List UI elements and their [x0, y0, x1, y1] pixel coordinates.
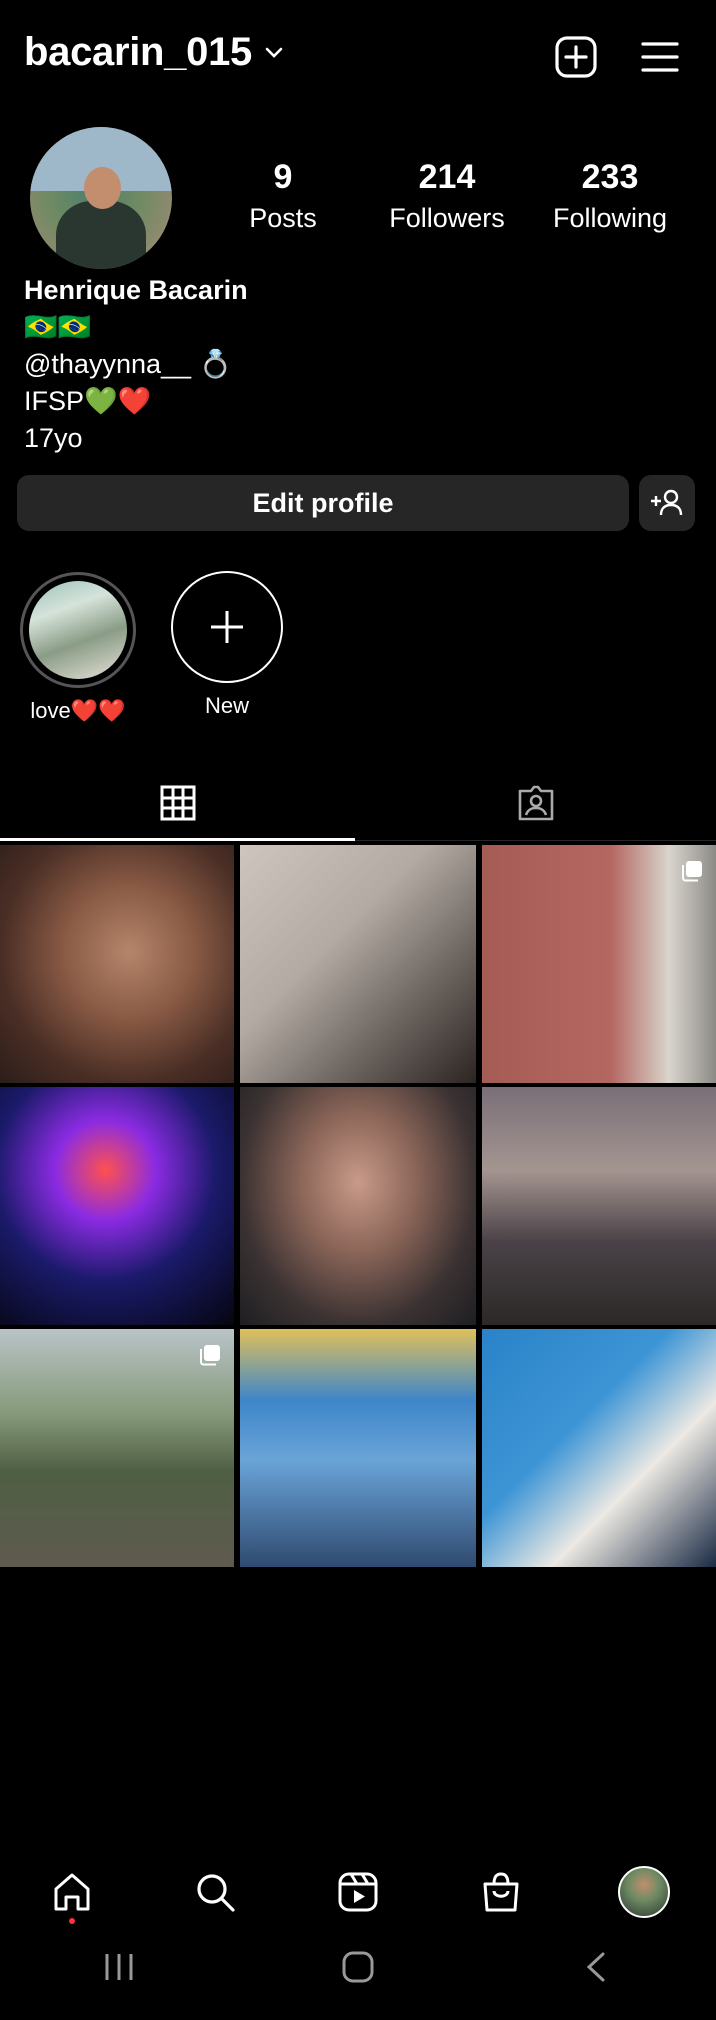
home-button-icon[interactable]	[338, 1950, 378, 1984]
notification-dot	[68, 1918, 75, 1924]
multiple-photos-icon	[682, 861, 702, 882]
profile-avatar-small	[618, 1866, 671, 1918]
bio: Henrique Bacarin 🇧🇷🇧🇷 @thayynna__ 💍 IFSP…	[24, 272, 248, 457]
edit-profile-button[interactable]: Edit profile	[17, 475, 629, 531]
grid-icon	[160, 785, 195, 821]
bio-line[interactable]: @thayynna__ 💍	[24, 346, 248, 383]
tab-active-indicator	[0, 838, 355, 841]
recent-apps-icon[interactable]	[99, 1950, 139, 1984]
post-thumbnail[interactable]	[0, 1329, 234, 1567]
post-thumbnail[interactable]	[482, 1329, 716, 1567]
post-thumbnail[interactable]	[240, 1329, 476, 1567]
bio-line: 🇧🇷🇧🇷	[24, 312, 92, 342]
highlight-new[interactable]: New	[171, 571, 283, 719]
multiple-photos-icon	[200, 1345, 220, 1366]
display-name: Henrique Bacarin	[24, 275, 248, 305]
chevron-down-icon	[265, 47, 283, 58]
search-icon	[197, 1874, 235, 1912]
post-thumbnail[interactable]	[482, 845, 716, 1083]
post-thumbnail[interactable]	[240, 1087, 476, 1325]
menu-icon[interactable]	[636, 33, 684, 81]
profile-avatar[interactable]	[30, 127, 172, 269]
nav-reels[interactable]	[328, 1862, 388, 1922]
post-thumbnail[interactable]	[240, 845, 476, 1083]
nav-search[interactable]	[185, 1862, 245, 1922]
highlight-cover	[20, 572, 136, 688]
bottom-nav	[0, 1862, 716, 1924]
stat-posts[interactable]: 9 Posts	[233, 158, 333, 234]
reels-icon	[338, 1872, 378, 1912]
nav-shop[interactable]	[471, 1862, 531, 1922]
post-thumbnail[interactable]	[0, 845, 234, 1083]
bio-line: 17yo	[24, 423, 83, 453]
post-thumbnail[interactable]	[482, 1087, 716, 1325]
bio-line: IFSP💚❤️	[24, 386, 152, 416]
post-thumbnail[interactable]	[0, 1087, 234, 1325]
back-icon[interactable]	[577, 1950, 617, 1984]
username: bacarin_015	[24, 30, 252, 74]
discover-people-button[interactable]	[639, 475, 695, 531]
stat-followers[interactable]: 214 Followers	[382, 158, 512, 234]
highlight-love[interactable]: love❤️❤️	[17, 572, 139, 724]
username-switcher[interactable]: bacarin_015	[24, 30, 284, 75]
shopping-bag-icon	[483, 1872, 519, 1912]
tab-tagged[interactable]	[355, 773, 716, 833]
nav-home[interactable]	[42, 1862, 102, 1924]
nav-profile[interactable]	[614, 1862, 674, 1922]
stat-following[interactable]: 233 Following	[545, 158, 675, 234]
create-post-icon[interactable]	[552, 33, 600, 81]
system-nav	[0, 1950, 716, 1984]
tab-posts-grid[interactable]	[0, 773, 355, 833]
plus-icon	[211, 611, 243, 643]
add-person-icon	[651, 489, 683, 516]
tagged-person-icon	[518, 785, 553, 821]
home-icon	[54, 1873, 90, 1911]
posts-grid	[0, 845, 716, 1567]
